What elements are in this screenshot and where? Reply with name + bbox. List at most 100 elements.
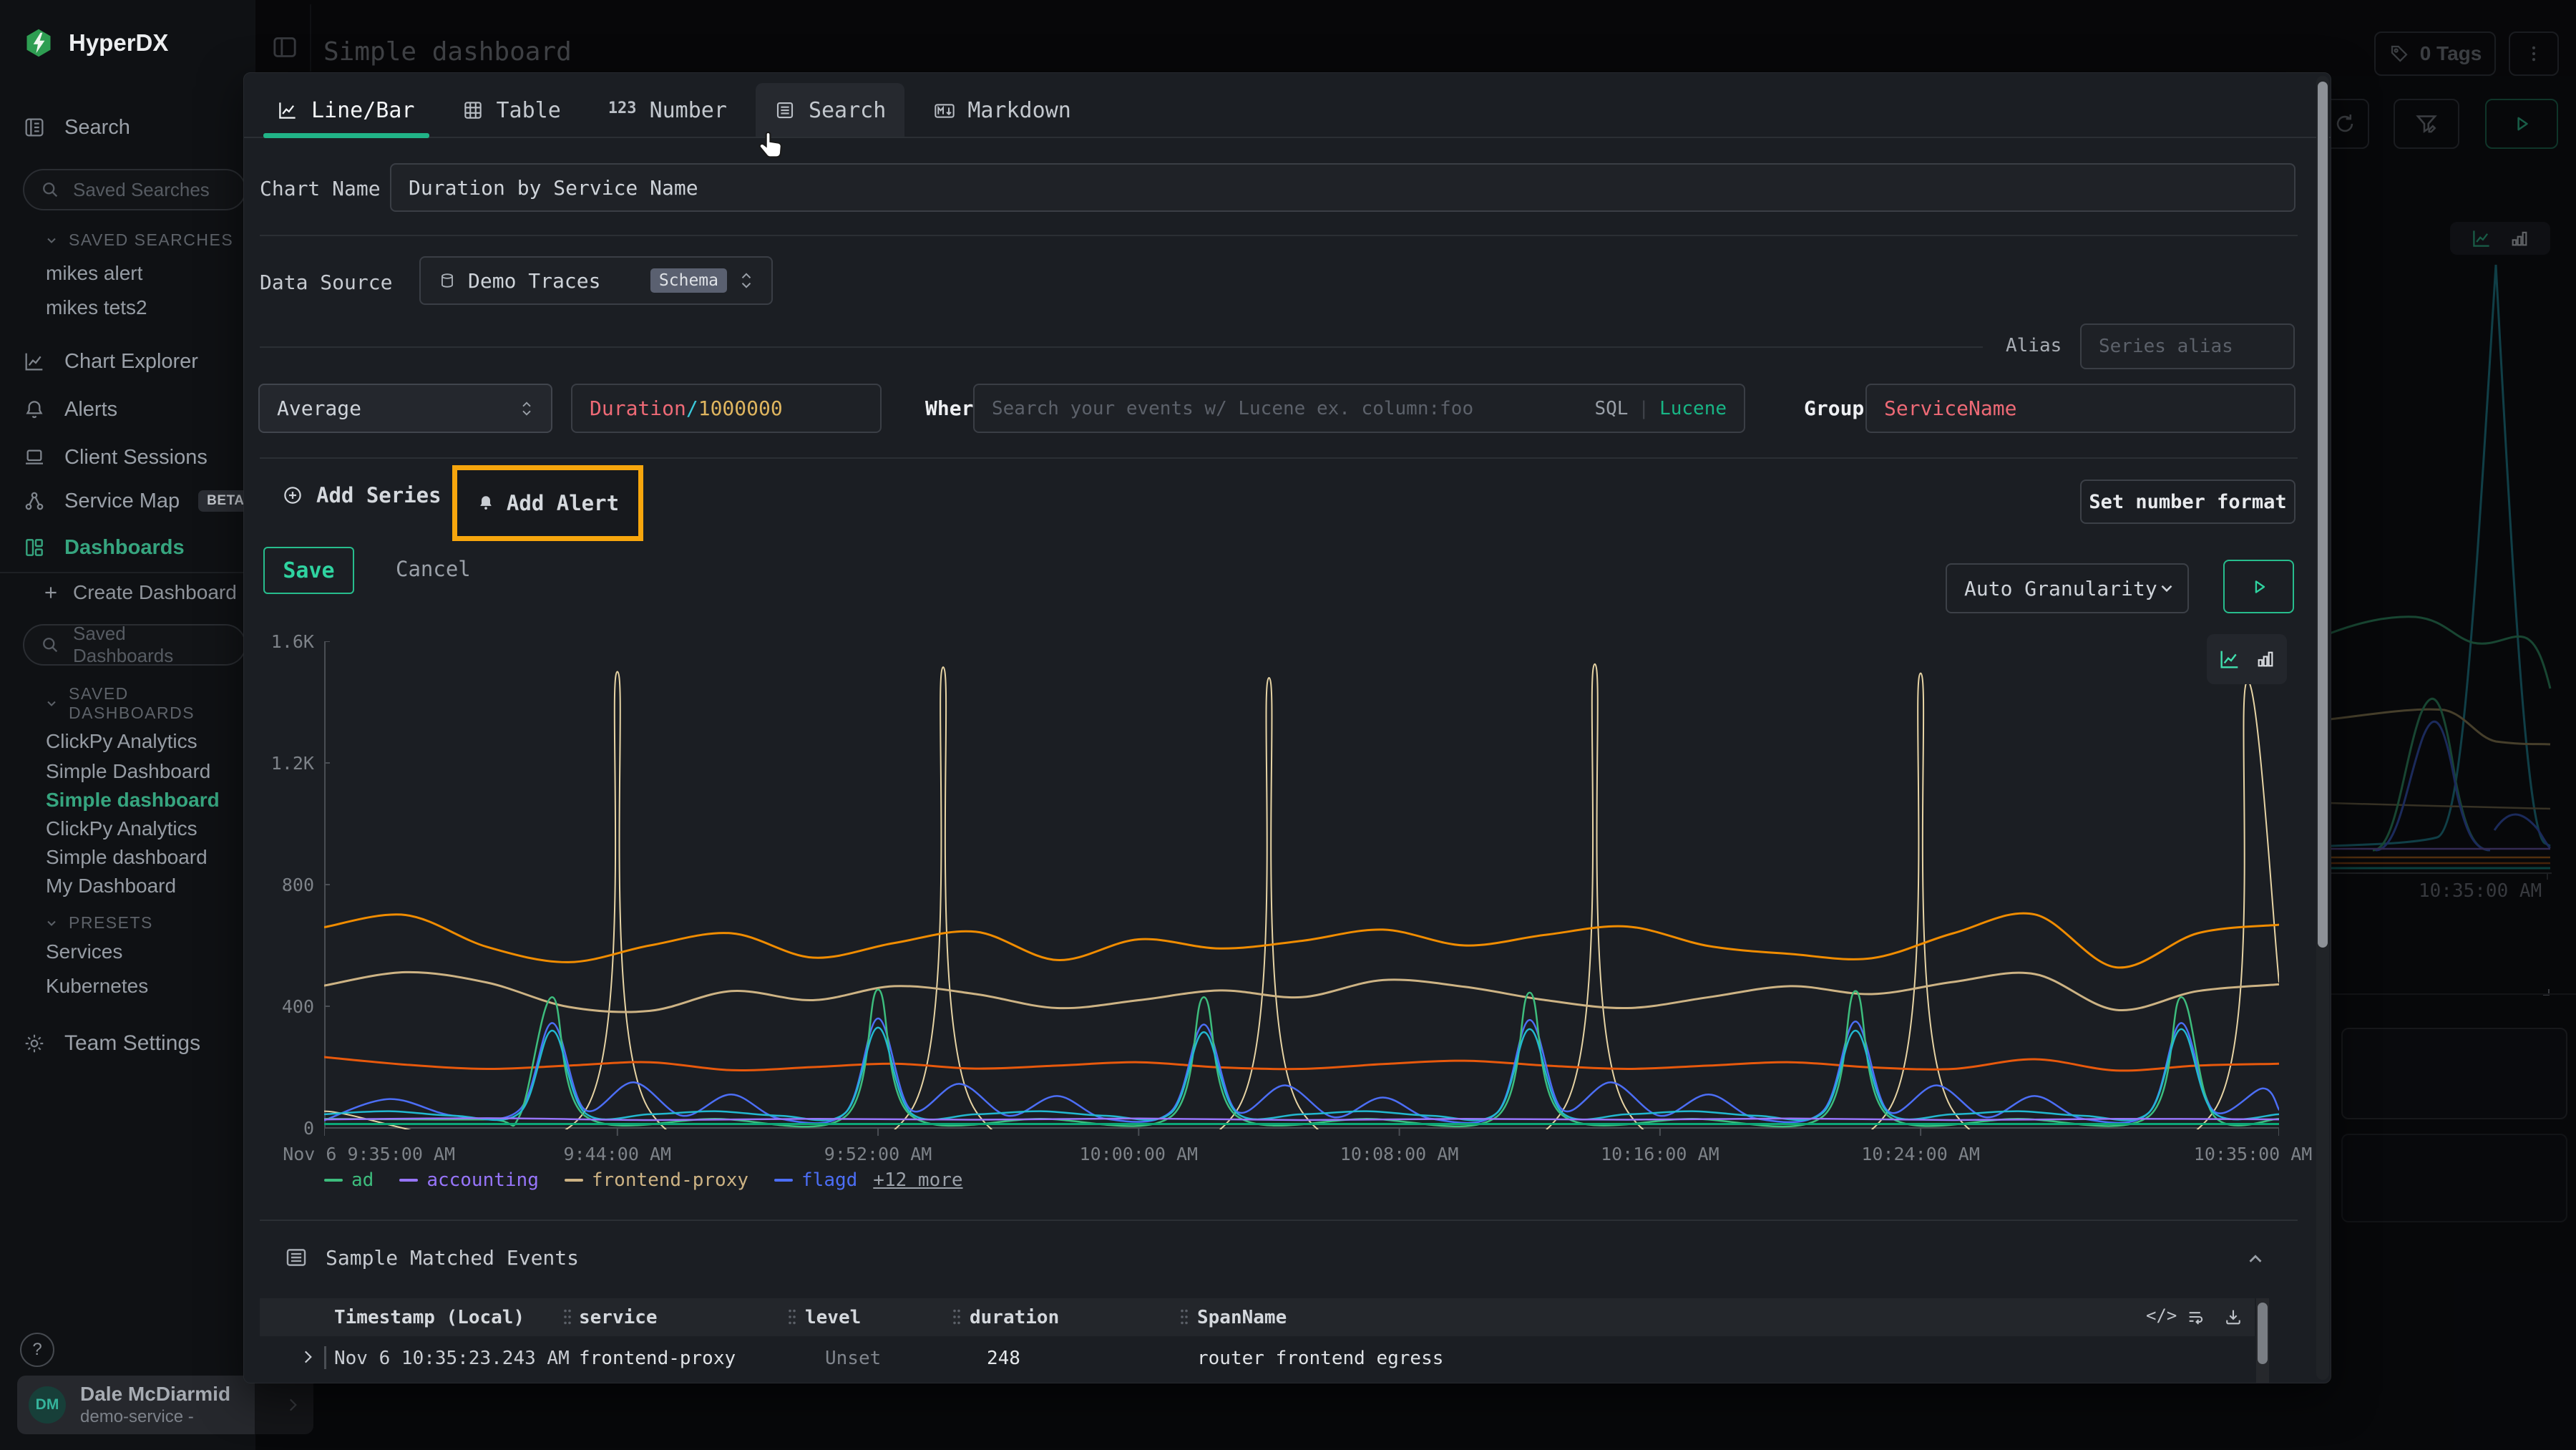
chart-name-input[interactable]: Duration by Service Name [390,163,2296,212]
col-header-level[interactable]: level [805,1307,861,1328]
view-code-icon[interactable]: </> [2146,1305,2177,1325]
expand-row-icon[interactable] [298,1348,317,1366]
chevron-down-icon [44,696,59,711]
sidebar-item-label: Chart Explorer [64,350,198,374]
preset-item[interactable]: Services [46,940,122,963]
add-alert-button[interactable]: Add Alert [477,491,619,515]
set-number-format-button[interactable]: Set number format [2080,480,2296,524]
collapse-section-button[interactable] [2245,1248,2266,1270]
table-scrollbar[interactable] [2256,1298,2269,1383]
legend-item[interactable]: flagd [774,1169,857,1191]
saved-searches-input[interactable]: Saved Searches [23,169,246,210]
sidebar-item-alerts[interactable]: Alerts [23,394,117,425]
number-123-icon: 123 [608,99,637,121]
preset-item[interactable]: Kubernetes [46,975,148,998]
saved-searches-header[interactable]: SAVED SEARCHES [44,230,233,250]
col-header-duration[interactable]: duration [970,1307,1059,1328]
plus-circle-icon [282,485,303,506]
tab-line-bar[interactable]: Line/Bar [258,83,434,137]
saved-dashboards-header[interactable]: SAVED DASHBOARDS [44,684,255,723]
col-header-spanname[interactable]: SpanName [1197,1307,1287,1328]
lang-sql-toggle[interactable]: SQL [1594,398,1628,419]
legend-swatch [774,1179,793,1182]
col-header-timestamp[interactable]: Timestamp (Local) [334,1307,525,1328]
saved-search-item[interactable]: mikes alert [46,262,142,285]
tab-markdown[interactable]: Markdown [914,83,1090,137]
series-alias-input[interactable]: Series alias [2080,323,2295,369]
schema-badge[interactable]: Schema [650,268,727,293]
y-axis-tick-label: 1.6K [248,631,314,652]
where-placeholder: Search your events w/ Lucene ex. column:… [992,398,1594,419]
magnifier-icon [40,635,60,655]
create-dashboard-button[interactable]: Create Dashboard [42,577,237,608]
run-chart-button[interactable] [2223,560,2294,613]
table-row[interactable]: Nov 6 10:35:23.243 AM frontend-proxy Uns… [260,1381,2255,1383]
saved-dashboard-item[interactable]: Simple Dashboard [46,760,210,783]
add-alert-highlight-box: Add Alert [452,465,643,541]
section-divider [260,457,2298,459]
edit-chart-modal: Line/Bar Table 123 Number Search [243,72,2331,1383]
tab-table[interactable]: Table [444,83,580,137]
legend-item[interactable]: accounting [399,1169,539,1191]
bell-icon [477,494,495,512]
sidebar-item-label: Service Map [64,490,180,513]
chart-display-toggle[interactable] [2207,634,2287,684]
drag-handle-icon[interactable] [786,1308,798,1325]
wrap-lines-icon[interactable] [2186,1307,2206,1327]
drag-handle-icon[interactable] [1179,1308,1190,1325]
metric-expression-input[interactable]: Duration/1000000 [571,384,882,433]
help-button[interactable]: ? [20,1333,54,1367]
tab-number[interactable]: 123 Number [590,83,746,137]
sidebar-item-chart-explorer[interactable]: Chart Explorer [23,346,198,377]
presets-header[interactable]: PRESETS [44,913,153,933]
sample-events-header[interactable]: Sample Matched Events [284,1245,579,1270]
table-scrollbar-thumb[interactable] [2258,1303,2268,1364]
sidebar-item-team-settings[interactable]: Team Settings [23,1028,200,1059]
saved-dashboard-item[interactable]: My Dashboard [46,875,176,897]
brand[interactable]: HyperDX [23,27,168,59]
section-divider [260,346,1983,348]
chart-legend: ad accounting frontend-proxy flagd +12 m… [324,1169,963,1191]
saved-dashboards-input[interactable]: Saved Dashboards [23,624,246,666]
cell-timestamp: Nov 6 10:35:23.243 AM [334,1348,570,1369]
mouse-cursor [754,129,787,162]
sidebar-item-client-sessions[interactable]: Client Sessions [23,442,208,473]
active-tab-underline [263,133,429,138]
chevron-down-icon [2157,579,2176,598]
sidebar: HyperDX Search Saved Searches SAVED SEAR… [0,0,255,1450]
sidebar-item-service-map[interactable]: Service Map BETA [23,485,253,517]
granularity-select[interactable]: Auto Granularity [1946,563,2189,613]
cell-spanname: router frontend egress [1197,1348,1443,1369]
lang-lucene-toggle[interactable]: Lucene [1659,398,1727,419]
user-subtitle: demo-service - [80,1407,269,1427]
add-series-button[interactable]: Add Series [282,474,441,517]
where-input[interactable]: Search your events w/ Lucene ex. column:… [973,384,1745,433]
saved-dashboard-item[interactable]: ClickPy Analytics [46,730,197,753]
cell-level: Unset [825,1348,881,1369]
play-icon [2249,577,2269,597]
col-header-service[interactable]: service [579,1307,658,1328]
group-by-input[interactable]: ServiceName [1865,384,2296,433]
legend-more-link[interactable]: +12 more [873,1169,962,1191]
sidebar-item-search[interactable]: Search [23,112,130,143]
cancel-button[interactable]: Cancel [396,557,471,581]
legend-item[interactable]: frontend-proxy [565,1169,748,1191]
sidebar-item-dashboards[interactable]: Dashboards [23,532,185,563]
data-source-select[interactable]: Demo Traces Schema [419,256,773,305]
drag-handle-icon[interactable] [951,1308,962,1325]
help-label: ? [32,1340,42,1360]
download-icon[interactable] [2223,1307,2243,1327]
table-row[interactable]: Nov 6 10:35:23.243 AM frontend-proxy Uns… [260,1336,2255,1381]
saved-dashboard-item-active[interactable]: Simple dashboard [46,789,220,812]
modal-scrollbar[interactable] [2316,76,2329,1380]
drag-handle-icon[interactable] [562,1308,573,1325]
save-button[interactable]: Save [263,547,354,594]
legend-item[interactable]: ad [324,1169,374,1191]
alias-placeholder: Series alias [2099,336,2233,357]
saved-search-item[interactable]: mikes tets2 [46,296,147,319]
saved-dashboard-item[interactable]: Simple dashboard [46,846,208,869]
modal-scrollbar-thumb[interactable] [2318,82,2328,948]
sidebar-item-label: Search [64,116,130,140]
aggregation-select[interactable]: Average [258,384,552,433]
saved-dashboard-item[interactable]: ClickPy Analytics [46,817,197,840]
